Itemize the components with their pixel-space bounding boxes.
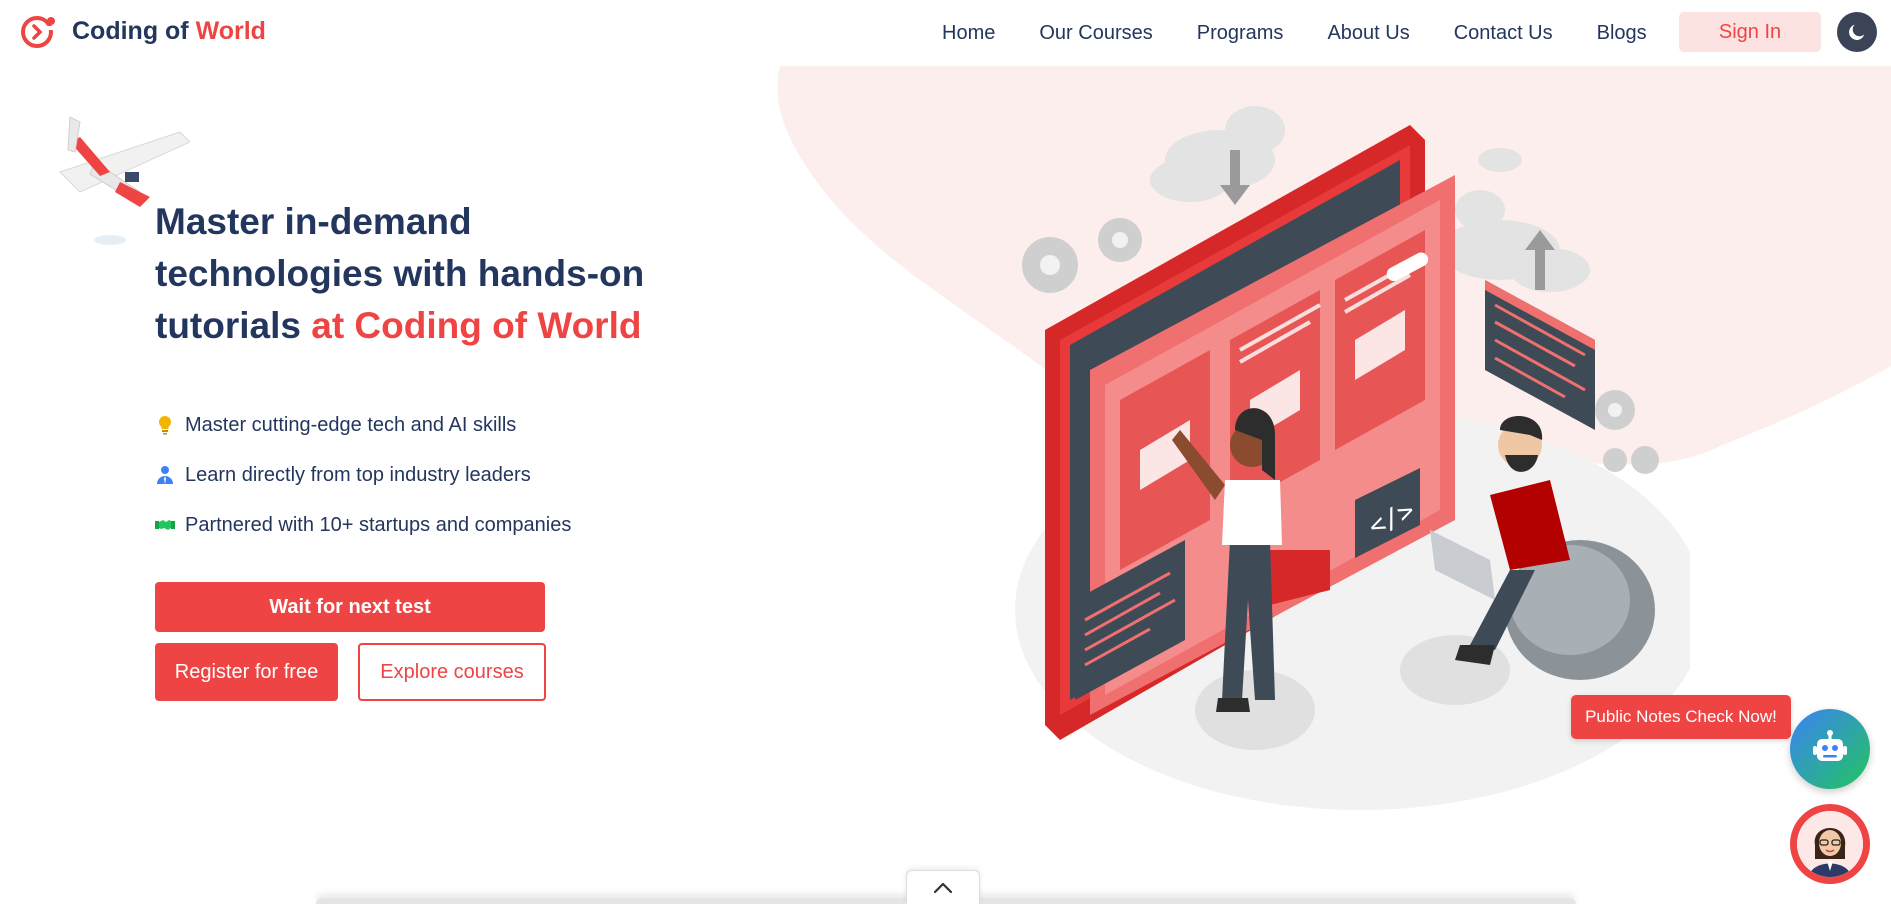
- public-notes-button[interactable]: Public Notes Check Now!: [1571, 695, 1791, 739]
- navbar: Coding of World Home Our Courses Program…: [0, 0, 1891, 66]
- robot-icon: [1813, 730, 1847, 761]
- feature-item: Learn directly from top industry leaders: [155, 450, 571, 500]
- chatbot-button[interactable]: [1790, 709, 1870, 789]
- nav-programs[interactable]: Programs: [1197, 22, 1284, 45]
- signin-button[interactable]: Sign In: [1679, 12, 1821, 52]
- wait-for-next-test-button[interactable]: Wait for next test: [155, 582, 545, 632]
- headline-line-2: technologies with hands-on: [155, 253, 645, 294]
- user-icon: [155, 464, 175, 486]
- brand-name: Coding of World: [72, 16, 266, 45]
- theme-toggle-button[interactable]: [1837, 12, 1877, 52]
- coding-of-world-logo: [21, 16, 55, 48]
- scroll-top-button[interactable]: [906, 870, 980, 904]
- moon-icon: [1849, 24, 1865, 40]
- hero-headline: Master in-demand technologies with hands…: [155, 196, 715, 352]
- nav-our-courses[interactable]: Our Courses: [1039, 22, 1152, 45]
- feature-list: Master cutting-edge tech and AI skills L…: [155, 400, 571, 550]
- feature-item: Master cutting-edge tech and AI skills: [155, 400, 571, 450]
- chevron-up-icon: [933, 882, 953, 893]
- nav-contact-us[interactable]: Contact Us: [1454, 22, 1553, 45]
- register-button[interactable]: Register for free: [155, 643, 338, 701]
- handshake-icon: [155, 514, 175, 536]
- nav-links: Home Our Courses Programs About Us Conta…: [920, 0, 1669, 66]
- lightbulb-icon: [155, 414, 175, 436]
- assistant-avatar-button[interactable]: [1790, 804, 1870, 884]
- feature-item: Partnered with 10+ startups and companie…: [155, 500, 571, 550]
- brand[interactable]: Coding of World: [20, 12, 266, 50]
- assistant-avatar: [1797, 811, 1863, 877]
- nav-home[interactable]: Home: [942, 22, 995, 45]
- nav-about-us[interactable]: About Us: [1327, 22, 1409, 45]
- headline-line-1: Master in-demand: [155, 201, 472, 242]
- nav-blogs[interactable]: Blogs: [1597, 22, 1647, 45]
- headline-line-3: tutorials at Coding of World: [155, 305, 642, 346]
- explore-courses-button[interactable]: Explore courses: [358, 643, 546, 701]
